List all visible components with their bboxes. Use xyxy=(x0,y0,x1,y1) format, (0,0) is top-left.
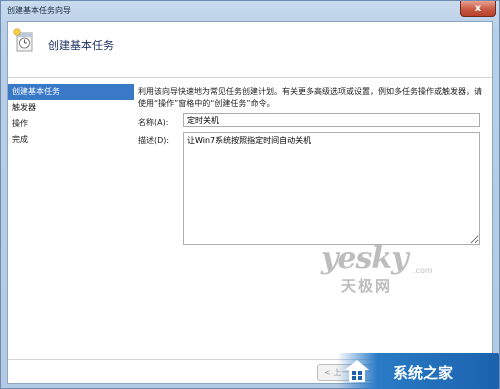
close-icon: x xyxy=(474,3,482,14)
close-button[interactable]: x xyxy=(460,1,496,17)
task-clock-icon xyxy=(13,28,33,52)
watermark-sub: 天极网 xyxy=(341,277,393,295)
window-title: 创建基本任务向导 xyxy=(7,6,71,15)
title-bar: 创建基本任务向导 x xyxy=(1,1,499,21)
nav-item-finish[interactable]: 完成 xyxy=(8,132,134,148)
logo-text: 系统之家 xyxy=(393,364,454,382)
step-nav: 创建基本任务 触发器 操作 完成 xyxy=(8,84,134,148)
nav-item-trigger[interactable]: 触发器 xyxy=(8,100,134,116)
description-label: 描述(D): xyxy=(138,136,170,145)
header-divider xyxy=(8,77,492,78)
page-title: 创建基本任务 xyxy=(48,39,114,52)
nav-item-create-task[interactable]: 创建基本任务 xyxy=(8,84,134,100)
wizard-header: 创建基本任务 xyxy=(8,22,492,73)
wizard-window: 创建基本任务向导 x 创建基本任务 创建基本任务 触发器 操作 完成 利用该向导… xyxy=(0,0,500,389)
intro-text: 利用该向导快速地为常见任务创建计划。有关更多高级选项或设置，例如多任务操作或触发… xyxy=(138,87,482,108)
wizard-client: 创建基本任务 创建基本任务 触发器 操作 完成 利用该向导快速地为常见任务创建计… xyxy=(7,21,493,384)
name-label: 名称(A): xyxy=(138,118,169,127)
name-field[interactable] xyxy=(183,113,480,127)
nav-item-action[interactable]: 操作 xyxy=(8,116,134,132)
watermark-main: yesky xyxy=(321,241,409,276)
description-field[interactable]: 让Win7系统按照指定时间自动关机 xyxy=(183,132,480,245)
site-logo: 系统之家 xyxy=(337,353,499,389)
watermark-com: .com xyxy=(413,266,433,275)
yesky-watermark: yesky .com 天极网 xyxy=(321,241,433,295)
house-logo-icon xyxy=(345,360,369,382)
